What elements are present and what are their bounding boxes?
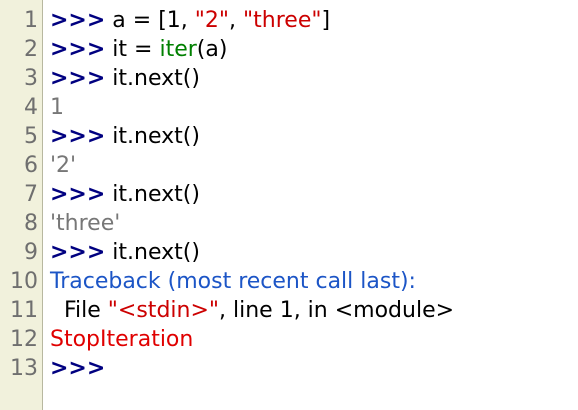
code-token-plain: it.next() [105,66,200,91]
code-token-plain: it.next() [105,240,200,265]
line-number: 3 [24,66,38,91]
code-token-plain: it.next() [105,182,200,207]
code-line[interactable]: 9 >>> it.next() [0,238,578,267]
line-number: 7 [24,182,38,207]
code-token-out: '2' [50,153,77,178]
line-content: 'three' [50,209,120,238]
code-line[interactable]: 1 >>> a = [1, "2", "three"] [0,6,578,35]
line-number: 1 [24,8,38,33]
code-token-plain: ] [321,8,331,33]
code-token-prompt: >>> [50,37,106,62]
line-content: StopIteration [50,325,193,354]
line-content: >>> [50,354,105,383]
line-content: >>> a = [1, "2", "three"] [50,6,330,35]
code-token-plain: , line 1, in <module> [219,298,455,323]
line-number: 10 [10,269,38,294]
line-number: 6 [24,153,38,178]
code-line[interactable]: 10 Traceback (most recent call last): [0,267,578,296]
code-token-out: 1 [50,95,64,120]
code-line[interactable]: 7 >>> it.next() [0,180,578,209]
line-number: 11 [10,298,38,323]
code-line[interactable]: 12 StopIteration [0,325,578,354]
code-token-prompt: >>> [50,182,106,207]
line-content: 1 [50,93,64,122]
code-token-plain: File [50,298,108,323]
code-token-plain: (a) [196,37,228,62]
code-line[interactable]: 6 '2' [0,151,578,180]
line-number: 4 [24,95,38,120]
line-number: 13 [10,356,38,381]
code-line[interactable]: 13 >>> [0,354,578,383]
code-line[interactable]: 11 File "<stdin>", line 1, in <module> [0,296,578,325]
code-token-exc: StopIteration [50,327,194,352]
line-number: 12 [10,327,38,352]
line-number: 9 [24,240,38,265]
code-token-str: "<stdin>" [107,298,220,323]
code-token-plain: it = [105,37,160,62]
line-number: 8 [24,211,38,236]
code-line[interactable]: 2 >>> it = iter(a) [0,35,578,64]
line-content: File "<stdin>", line 1, in <module> [50,296,454,325]
code-token-str: "three" [243,8,322,33]
line-content: >>> it = iter(a) [50,35,227,64]
code-token-builtin: iter [159,37,197,62]
code-token-out: 'three' [50,211,121,236]
code-token-err: Traceback (most recent call last): [50,269,416,294]
line-content: >>> it.next() [50,64,200,93]
line-content: >>> it.next() [50,122,200,151]
code-token-str: "2" [194,8,230,33]
code-line[interactable]: 5 >>> it.next() [0,122,578,151]
code-token-prompt: >>> [50,8,106,33]
code-token-prompt: >>> [50,66,106,91]
line-number: 5 [24,124,38,149]
code-token-plain: it.next() [105,124,200,149]
code-token-prompt: >>> [50,124,106,149]
code-line[interactable]: 3 >>> it.next() [0,64,578,93]
line-content: >>> it.next() [50,238,200,267]
code-token-prompt: >>> [50,356,106,381]
line-content: Traceback (most recent call last): [50,267,416,296]
line-content: >>> it.next() [50,180,200,209]
line-content: '2' [50,151,76,180]
code-token-plain: a = [1, [105,8,195,33]
code-token-plain: , [229,8,244,33]
line-number: 2 [24,37,38,62]
code-token-prompt: >>> [50,240,106,265]
code-line[interactable]: 41 [0,93,578,122]
code-listing[interactable]: 1 >>> a = [1, "2", "three"] 2 >>> it = iter… [0,6,578,383]
code-line[interactable]: 8 'three' [0,209,578,238]
